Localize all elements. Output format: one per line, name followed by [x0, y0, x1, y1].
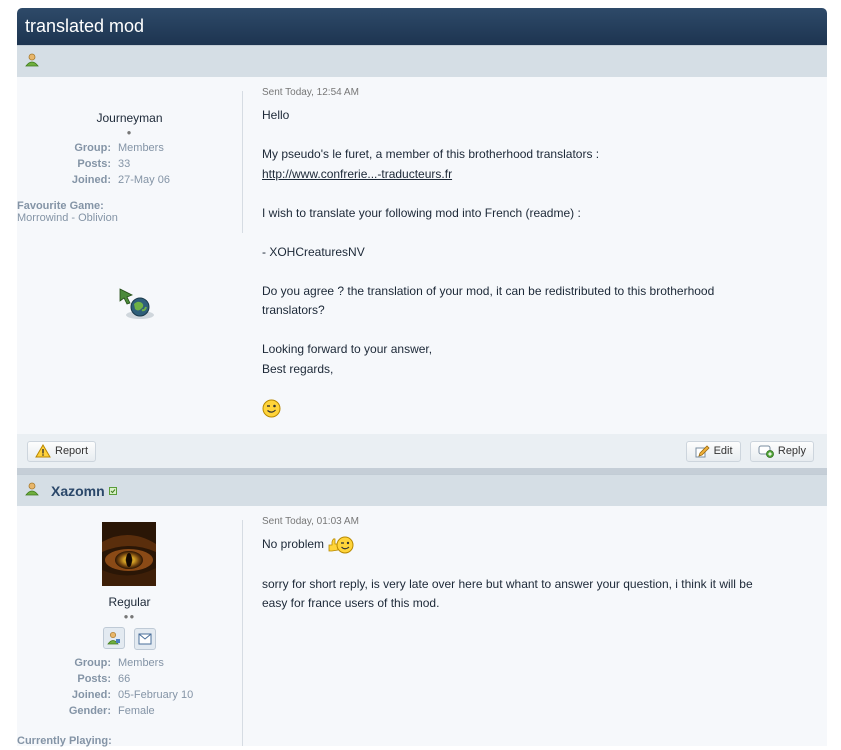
post1-author-bar — [17, 45, 827, 77]
post2-sent-time: Sent Today, 01:03 AM — [262, 516, 359, 527]
user-rank: Journeyman — [96, 111, 163, 125]
edit-pencil-icon — [695, 445, 710, 458]
user-details: Group: Members Posts: 66 Joined: 05-Februar… — [17, 655, 242, 719]
post1-user-info: Journeyman ● Group: Members Posts: 33 Join… — [17, 77, 242, 434]
post1-message: Hello My pseudo's le furet, a member of … — [262, 106, 827, 419]
info-posts: Posts: 66 — [77, 673, 131, 685]
topic-title: translated mod — [17, 8, 827, 45]
reply-bubble-icon — [758, 445, 774, 458]
post1-actions: Report Edit Reply — [17, 434, 827, 468]
info-gender: Gender: Female — [68, 705, 155, 717]
author-name-link[interactable]: Xazomn — [51, 483, 105, 499]
thumbs-up-wink-smiley-icon — [328, 535, 354, 555]
post2-author-bar: Xazomn — [17, 474, 827, 506]
user-icon[interactable] — [25, 482, 39, 499]
info-group: Group: Members — [74, 142, 164, 154]
info-posts: Posts: 33 — [77, 158, 131, 170]
confrerie-link[interactable]: http://www.confrerie...-traducteurs.fr — [262, 167, 452, 181]
rank-pips: ● — [126, 128, 133, 137]
favourite-game-value: Morrowind - Oblivion — [17, 212, 118, 224]
user-icon[interactable] — [25, 53, 39, 70]
avatar-cursor-globe-icon — [118, 287, 158, 324]
post1-divider — [242, 91, 243, 233]
info-joined: Joined: 27-May 06 — [71, 174, 170, 186]
post2-divider — [242, 520, 243, 746]
report-button[interactable]: Report — [27, 440, 97, 462]
avatar[interactable] — [102, 522, 156, 589]
wink-smiley-icon — [262, 399, 827, 419]
post2-content: Sent Today, 01:03 AM No problem sorry fo… — [242, 506, 827, 746]
post2-message: No problem sorry for short reply, is ver… — [262, 535, 827, 614]
user-rank: Regular — [108, 595, 151, 609]
favourite-game-label: Favourite Game: — [17, 200, 104, 212]
view-profile-icon[interactable] — [102, 627, 125, 649]
post1-sent-time: Sent Today, 12:54 AM — [262, 87, 359, 98]
online-status-icon — [108, 484, 117, 498]
user-details: Group: Members Posts: 33 Joined: 27-May 06 — [17, 140, 242, 188]
post1-body: Journeyman ● Group: Members Posts: 33 Join… — [17, 77, 827, 434]
post1-content: Sent Today, 12:54 AM Hello My pseudo's l… — [242, 77, 827, 434]
info-group: Group: Members — [74, 657, 164, 669]
warning-icon — [35, 444, 51, 458]
info-joined: Joined: 05-February 10 — [71, 689, 194, 701]
rank-pips: ●● — [123, 612, 136, 621]
topic-container: translated mod Journeyman ● Group: Member… — [17, 8, 827, 747]
currently-playing-label: Currently Playing: — [17, 735, 112, 747]
post2-body: Regular ●● Group: Members Posts: 66 Joined… — [17, 506, 827, 747]
edit-button[interactable]: Edit — [685, 440, 741, 462]
send-message-icon[interactable] — [134, 628, 157, 650]
post2-user-info: Regular ●● Group: Members Posts: 66 Joined… — [17, 506, 242, 747]
reply-button[interactable]: Reply — [749, 440, 814, 462]
